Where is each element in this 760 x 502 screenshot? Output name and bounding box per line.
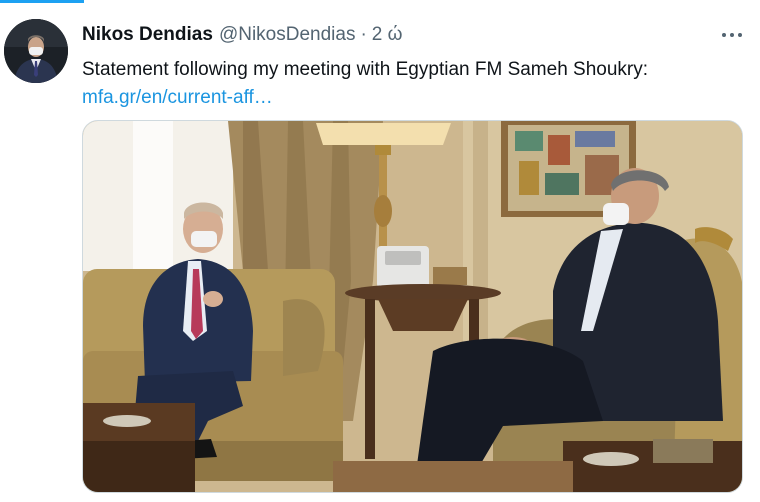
tweet-link[interactable]: mfa.gr/en/current-aff… xyxy=(82,87,273,108)
avatar[interactable] xyxy=(4,19,68,83)
tweet[interactable]: Nikos Dendias @NikosDendias · 2 ώ Statem… xyxy=(0,0,760,502)
more-horizontal-icon[interactable] xyxy=(718,25,746,45)
photo-meeting-room xyxy=(83,121,742,492)
tweet-photo[interactable] xyxy=(82,120,743,493)
tweet-header: Nikos Dendias @NikosDendias · 2 ώ xyxy=(82,22,402,48)
timestamp[interactable]: 2 ώ xyxy=(372,24,403,46)
tweet-body: Statement following my meeting with Egyp… xyxy=(82,59,649,80)
display-name[interactable]: Nikos Dendias xyxy=(82,24,213,46)
tweet-text: Statement following my meeting with Egyp… xyxy=(82,56,742,112)
separator-dot: · xyxy=(360,24,367,45)
user-handle[interactable]: @NikosDendias xyxy=(219,24,356,46)
